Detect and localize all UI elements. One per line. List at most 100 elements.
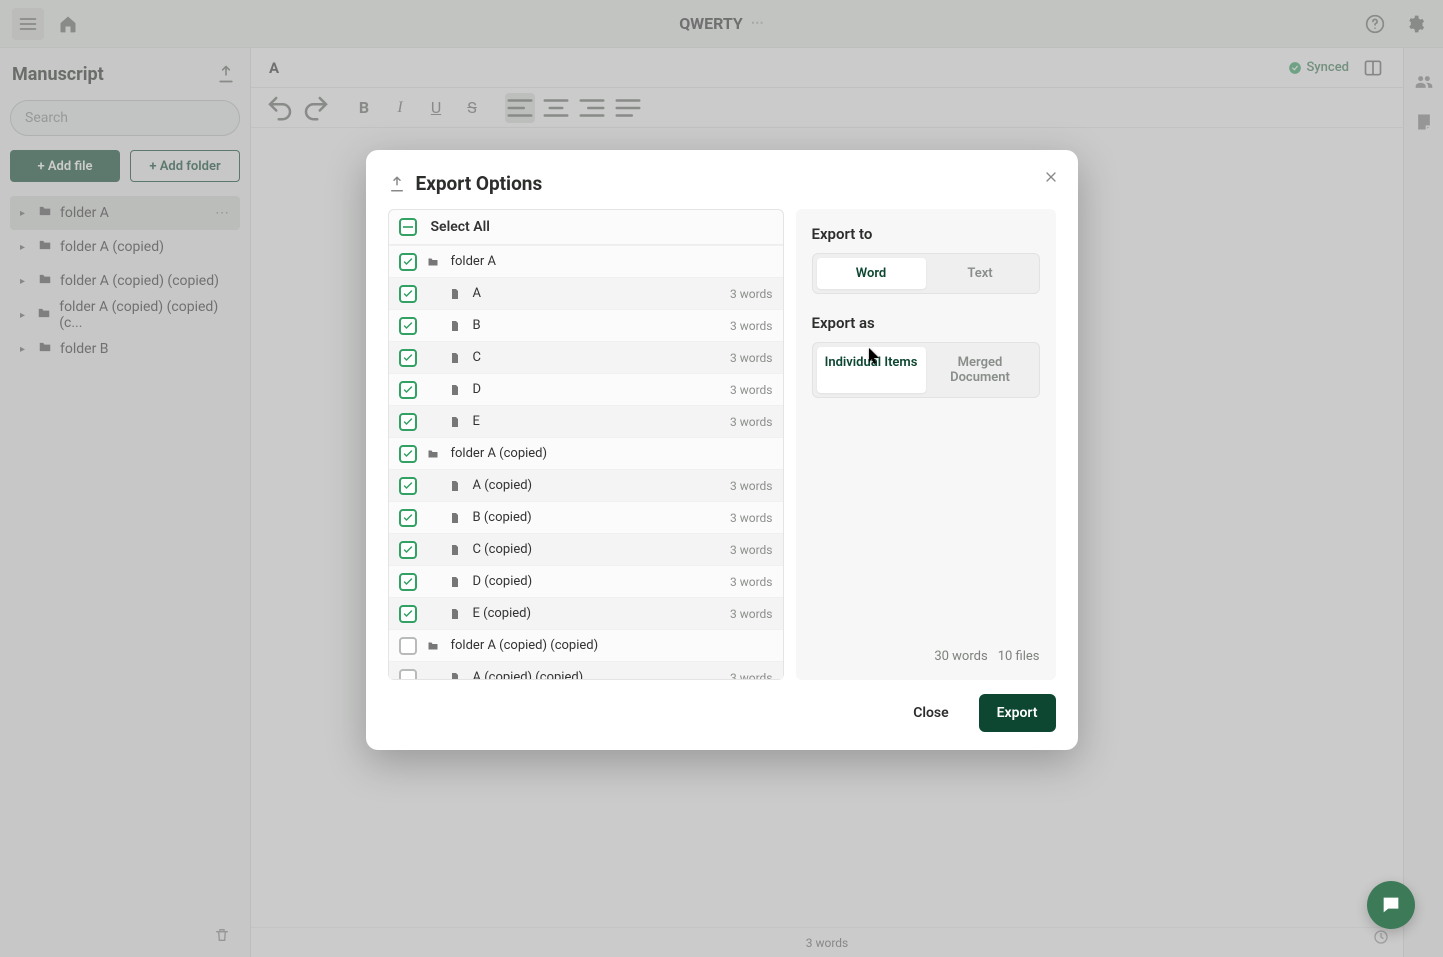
export-to-label: Export to <box>812 225 1040 243</box>
row-label: B <box>473 318 481 333</box>
file-icon <box>449 352 463 364</box>
check-icon <box>402 320 414 332</box>
check-icon <box>402 416 414 428</box>
close-button[interactable]: Close <box>895 694 966 732</box>
summary-files: 10 files <box>998 649 1040 664</box>
row-label: D <box>473 382 482 397</box>
file-icon <box>449 512 463 524</box>
row-word-count: 3 words <box>730 383 773 397</box>
checkbox[interactable] <box>399 541 417 559</box>
row-word-count: 3 words <box>730 287 773 301</box>
row-label: A <box>473 286 481 301</box>
modal-close-button[interactable] <box>1038 164 1064 190</box>
row-word-count: 3 words <box>730 543 773 557</box>
file-icon <box>449 576 463 588</box>
export-as-option[interactable]: Merged Document <box>926 347 1035 393</box>
check-icon <box>402 352 414 364</box>
file-icon <box>449 608 463 620</box>
file-icon <box>449 320 463 332</box>
file-icon <box>449 416 463 428</box>
export-folder-row[interactable]: folder A (copied) <box>389 437 783 469</box>
row-word-count: 3 words <box>730 607 773 621</box>
row-word-count: 3 words <box>730 415 773 429</box>
checkbox[interactable] <box>399 253 417 271</box>
row-word-count: 3 words <box>730 671 773 680</box>
minus-icon <box>403 226 413 228</box>
checkbox[interactable] <box>399 605 417 623</box>
row-word-count: 3 words <box>730 319 773 333</box>
chat-icon <box>1380 894 1402 916</box>
export-file-row[interactable]: A 3 words <box>389 277 783 309</box>
check-icon <box>402 480 414 492</box>
export-file-row[interactable]: E 3 words <box>389 405 783 437</box>
upload-icon <box>388 175 406 193</box>
checkbox[interactable] <box>399 381 417 399</box>
file-icon <box>449 384 463 396</box>
row-label: folder A <box>451 254 496 269</box>
export-file-row[interactable]: A (copied) 3 words <box>389 469 783 501</box>
export-as-label: Export as <box>812 314 1040 332</box>
export-file-row[interactable]: C (copied) 3 words <box>389 533 783 565</box>
row-word-count: 3 words <box>730 511 773 525</box>
row-label: folder A (copied) (copied) <box>451 638 599 653</box>
export-file-row[interactable]: C 3 words <box>389 341 783 373</box>
export-file-row[interactable]: A (copied) (copied) 3 words <box>389 661 783 679</box>
row-word-count: 3 words <box>730 575 773 589</box>
export-file-row[interactable]: B (copied)3 words <box>389 501 783 533</box>
row-label: C <box>473 350 481 365</box>
export-as-option[interactable]: Individual Items <box>817 347 926 393</box>
folder-icon <box>427 448 441 460</box>
checkbox[interactable] <box>399 349 417 367</box>
chat-bubble-button[interactable] <box>1367 881 1415 929</box>
row-word-count: 3 words <box>730 351 773 365</box>
export-to-option[interactable]: Text <box>926 258 1035 289</box>
check-icon <box>402 384 414 396</box>
file-icon <box>449 288 463 300</box>
select-all-label: Select All <box>431 219 490 235</box>
folder-icon <box>427 256 441 268</box>
export-to-segment: WordText <box>812 253 1040 294</box>
folder-icon <box>427 640 441 652</box>
row-label: C (copied) <box>473 542 533 557</box>
row-word-count: 3 words <box>730 479 773 493</box>
row-label: A (copied) <box>473 478 533 493</box>
modal-backdrop[interactable]: Export Options Select All folder A A 3 wor… <box>0 0 1443 957</box>
file-icon <box>449 672 463 680</box>
file-icon <box>449 480 463 492</box>
checkbox[interactable] <box>399 413 417 431</box>
check-icon <box>402 288 414 300</box>
check-icon <box>402 576 414 588</box>
export-options-modal: Export Options Select All folder A A 3 wor… <box>366 150 1078 750</box>
export-file-row[interactable]: D 3 words <box>389 373 783 405</box>
checkbox[interactable] <box>399 285 417 303</box>
checkbox[interactable] <box>399 445 417 463</box>
export-file-list[interactable]: folder A A 3 words B 3 words C 3 words D 3 words… <box>389 245 783 679</box>
export-file-row[interactable]: B 3 words <box>389 309 783 341</box>
row-label: E <box>473 414 480 429</box>
check-icon <box>402 608 414 620</box>
row-label: E (copied) <box>473 606 532 621</box>
export-button[interactable]: Export <box>979 694 1056 732</box>
row-label: folder A (copied) <box>451 446 548 461</box>
check-icon <box>402 544 414 556</box>
export-file-row[interactable]: E (copied) 3 words <box>389 597 783 629</box>
summary-words: 30 words <box>934 649 987 664</box>
export-file-row[interactable]: D (copied) 3 words <box>389 565 783 597</box>
checkbox[interactable] <box>399 573 417 591</box>
row-label: D (copied) <box>473 574 533 589</box>
modal-title: Export Options <box>416 172 543 195</box>
checkbox[interactable] <box>399 509 417 527</box>
select-all-checkbox[interactable] <box>399 218 417 236</box>
export-to-option[interactable]: Word <box>817 258 926 289</box>
checkbox[interactable] <box>399 669 417 680</box>
close-icon <box>1043 169 1059 185</box>
checkbox[interactable] <box>399 637 417 655</box>
file-icon <box>449 544 463 556</box>
check-icon <box>402 512 414 524</box>
check-icon <box>402 256 414 268</box>
row-label: A (copied) (copied) <box>473 670 584 679</box>
checkbox[interactable] <box>399 477 417 495</box>
export-folder-row[interactable]: folder A (copied) (copied) <box>389 629 783 661</box>
checkbox[interactable] <box>399 317 417 335</box>
export-folder-row[interactable]: folder A <box>389 245 783 277</box>
